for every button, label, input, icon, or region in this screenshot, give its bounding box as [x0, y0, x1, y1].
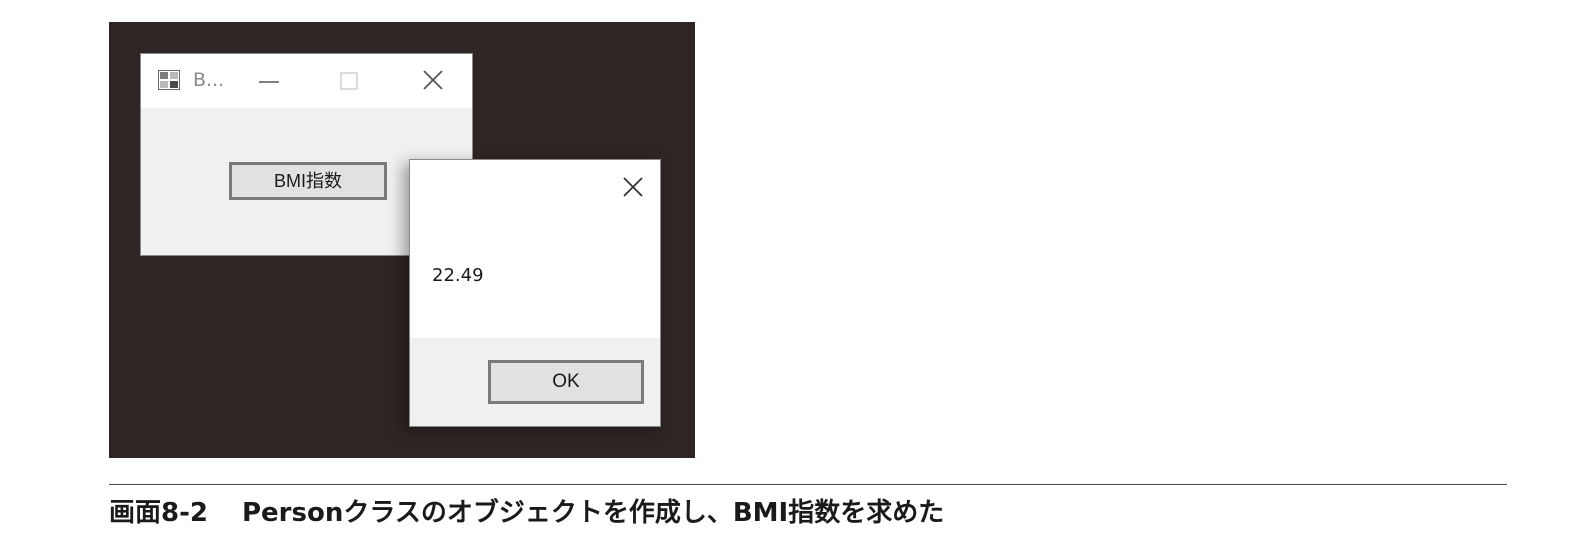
close-icon[interactable]	[413, 64, 453, 98]
bmi-result-text: 22.49	[432, 265, 484, 286]
message-box-dialog: 22.49 OK	[409, 159, 661, 427]
title-bar[interactable]: B...	[141, 54, 472, 108]
caption-text: Personクラスのオブジェクトを作成し、BMI指数を求めた	[241, 498, 945, 528]
maximize-icon	[340, 72, 358, 90]
caption-divider	[109, 484, 1507, 485]
figure-caption: 画面8-2 Personクラスのオブジェクトを作成し、BMI指数を求めた	[109, 496, 944, 530]
caption-number: 画面8-2	[109, 498, 208, 528]
app-icon	[158, 70, 180, 90]
bmi-index-button[interactable]: BMI指数	[229, 162, 387, 200]
minimize-icon[interactable]	[249, 64, 289, 98]
window-title: B...	[193, 69, 225, 91]
screenshot-area: B... BMI指数 22.49 OK	[109, 22, 695, 458]
close-icon[interactable]	[616, 172, 650, 202]
message-box-footer: OK	[410, 338, 660, 426]
ok-button[interactable]: OK	[488, 360, 644, 404]
